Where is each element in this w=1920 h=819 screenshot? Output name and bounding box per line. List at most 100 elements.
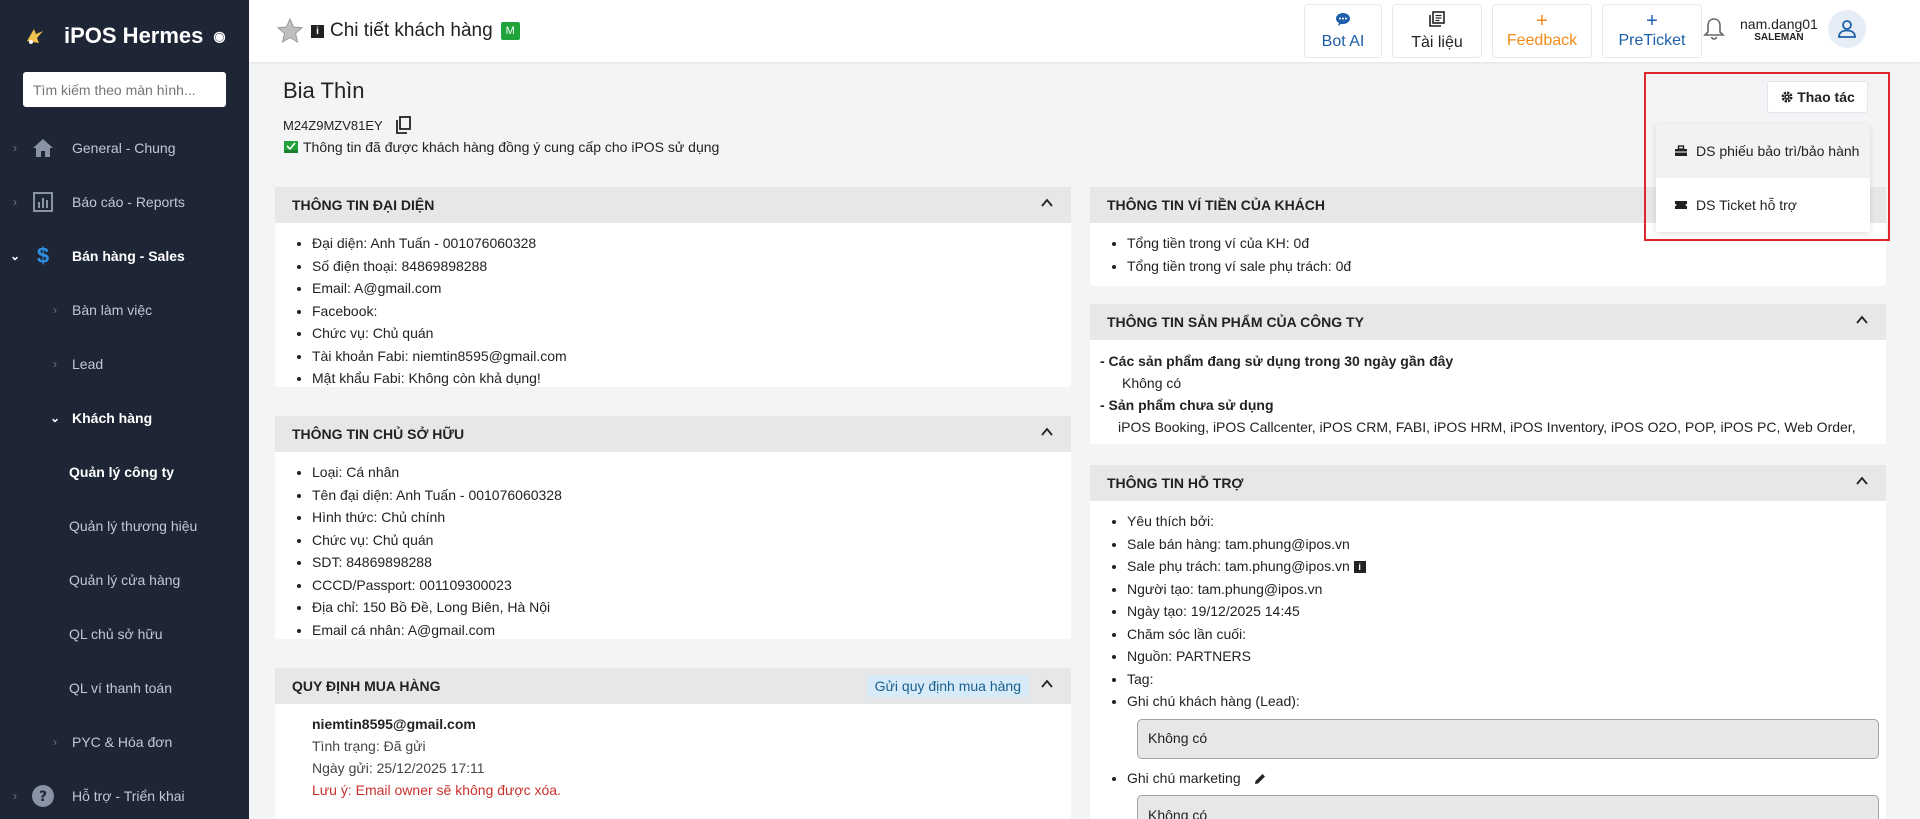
lead-note-field[interactable]: Không có	[1137, 718, 1879, 759]
info-icon[interactable]: i	[1353, 561, 1366, 574]
products-unused-value: iPOS Booking, iPOS Callcenter, iPOS CRM,…	[1118, 419, 1856, 435]
sidebar-item-label: Quản lý thương hiệu	[69, 518, 198, 534]
consent-note: Thông tin đã được khách hàng đồng ý cung…	[283, 139, 719, 155]
menu-item-label: DS phiếu bảo trì/bảo hành	[1696, 143, 1860, 159]
card-header[interactable]: THÔNG TIN SẢN PHẨM CỦA CÔNG TY	[1090, 304, 1886, 340]
user-icon	[1837, 20, 1856, 38]
sidebar-item-label: Hỗ trợ - Triển khai	[72, 788, 185, 804]
chevron-up-icon[interactable]	[1854, 312, 1870, 328]
products-used-value: Không có	[1122, 375, 1182, 391]
list-item: CCCD/Passport: 001109300023	[312, 574, 1071, 597]
card-header[interactable]: QUY ĐỊNH MUA HÀNG Gửi quy định mua hàng	[275, 668, 1071, 704]
sidebar-item-workspace[interactable]: › Bàn làm việc	[0, 283, 249, 337]
status-badge: M	[500, 22, 520, 40]
sidebar-item-general[interactable]: › General - Chung	[0, 121, 249, 175]
avatar[interactable]	[1827, 10, 1866, 48]
chevron-up-icon[interactable]	[1854, 473, 1870, 489]
rules-sent-date: Ngày gửi: 25/12/2025 17:11	[312, 760, 485, 776]
feedback-button[interactable]: + Feedback	[1492, 4, 1592, 58]
inbox-check-icon	[284, 141, 298, 153]
card-header[interactable]: THÔNG TIN CHỦ SỞ HỮU	[275, 416, 1071, 452]
list-item: Chăm sóc lần cuối:	[1127, 623, 1886, 646]
pencil-icon[interactable]	[1253, 772, 1267, 786]
chevron-up-icon[interactable]	[1039, 676, 1055, 692]
header-actions: Bot AI Tài liệu + Feedback + PreTicket	[1304, 4, 1712, 58]
sidebar-item-company-management[interactable]: Quản lý công ty	[0, 445, 249, 499]
list-item: Ghi chú khách hàng (Lead): Không có	[1127, 690, 1886, 759]
list-item: Loại: Cá nhân	[312, 461, 1071, 484]
list-item: SDT: 84869898288	[312, 551, 1071, 574]
user-name: nam.dang01	[1740, 15, 1818, 32]
sidebar-item-sales[interactable]: ⌄ $ Bán hàng - Sales	[0, 229, 249, 283]
sidebar-item-pyc-invoices[interactable]: › PYC & Hóa đơn	[0, 715, 249, 769]
card-title: THÔNG TIN CHỦ SỞ HỮU	[292, 426, 465, 442]
radio-dot-icon: ◉	[213, 27, 226, 44]
list-item: Đại diện: Anh Tuấn - 001076060328	[312, 232, 1071, 255]
chevron-up-icon[interactable]	[1039, 424, 1055, 440]
sidebar-item-label: PYC & Hóa đơn	[72, 734, 173, 750]
sidebar-item-label: Lead	[72, 356, 104, 372]
sidebar-item-wallet-management[interactable]: QL ví thanh toán	[0, 661, 249, 715]
list-item: Số điện thoại: 84869898288	[312, 255, 1071, 278]
sidebar-item-store-management[interactable]: Quản lý cửa hàng	[0, 553, 249, 607]
user-menu[interactable]: nam.dang01 SALEMAN	[1702, 10, 1866, 48]
list-item: Mật khẩu Fabi: Không còn khả dụng!	[312, 367, 1071, 390]
marketing-note-field[interactable]: Không có	[1137, 795, 1879, 819]
svg-text:?: ?	[39, 789, 47, 805]
card-header[interactable]: THÔNG TIN ĐẠI DIỆN	[275, 187, 1071, 223]
products-card: THÔNG TIN SẢN PHẨM CỦA CÔNG TY - Các sản…	[1090, 304, 1886, 444]
list-item: Tên đại diện: Anh Tuấn - 001076060328	[312, 484, 1071, 507]
menu-item-maintenance-tickets[interactable]: DS phiếu bảo trì/bảo hành	[1656, 124, 1870, 178]
list-item: Facebook:	[312, 300, 1071, 323]
chevron-right-icon: ›	[13, 141, 17, 155]
brand[interactable]: iPOS Hermes ◉	[0, 0, 249, 72]
chevron-right-icon: ›	[13, 789, 17, 803]
card-title: THÔNG TIN VÍ TIỀN CỦA KHÁCH	[1107, 197, 1326, 213]
list-item: Nguồn: PARTNERS	[1127, 645, 1886, 668]
copy-icon[interactable]	[395, 116, 411, 134]
menu-item-support-tickets[interactable]: DS Ticket hỗ trợ	[1656, 178, 1870, 232]
chevron-down-icon: ⌄	[49, 411, 61, 425]
list-item: Yêu thích bởi:	[1127, 510, 1886, 533]
send-purchase-rules-button[interactable]: Gửi quy định mua hàng	[866, 675, 1029, 697]
card-title: THÔNG TIN HỖ TRỢ	[1107, 475, 1244, 491]
sidebar-item-reports[interactable]: › Báo cáo - Reports	[0, 175, 249, 229]
consent-text: Thông tin đã được khách hàng đồng ý cung…	[303, 139, 720, 155]
sidebar-item-brand-management[interactable]: Quản lý thương hiệu	[0, 499, 249, 553]
list-item: Hình thức: Chủ chính	[312, 506, 1071, 529]
sidebar-item-label: QL chủ sở hữu	[69, 626, 163, 642]
owner-list: Loại: Cá nhân Tên đại diện: Anh Tuấn - 0…	[275, 452, 1071, 645]
products-body: - Các sản phẩm đang sử dụng trong 30 ngà…	[1090, 340, 1886, 438]
products-unused-title: - Sản phẩm chưa sử dụng	[1100, 397, 1274, 413]
sidebar-item-owner-management[interactable]: QL chủ sở hữu	[0, 607, 249, 661]
customer-code-text: M24Z9MZV81EY	[283, 117, 383, 133]
card-title: QUY ĐỊNH MUA HÀNG	[292, 678, 441, 694]
list-item: Người tạo: tam.phung@ipos.vn	[1127, 578, 1886, 601]
documents-button[interactable]: Tài liệu	[1392, 4, 1482, 58]
sidebar-search[interactable]	[23, 72, 226, 107]
help-circle-icon: ?	[30, 783, 56, 809]
list-item: Email: A@gmail.com	[312, 277, 1071, 300]
sidebar-search-input[interactable]	[33, 81, 226, 98]
sidebar-item-support[interactable]: › ? Hỗ trợ - Triển khai	[0, 769, 249, 819]
actions-button[interactable]: Thao tác	[1767, 81, 1868, 113]
list-item: Tag:	[1127, 668, 1886, 691]
list-item: Địa chỉ: 150 Bồ Đề, Long Biên, Hà Nội	[312, 596, 1071, 619]
sidebar-item-label: Quản lý công ty	[69, 464, 175, 480]
chat-icon	[1335, 12, 1351, 30]
card-header[interactable]: THÔNG TIN HỖ TRỢ	[1090, 465, 1886, 501]
favorite-star-icon[interactable]	[277, 18, 303, 44]
sidebar-item-lead[interactable]: › Lead	[0, 337, 249, 391]
top-header: i Chi tiết khách hàng M Bot AI Tài liệu …	[249, 0, 1920, 62]
preticket-label: PreTicket	[1618, 31, 1686, 49]
bot-ai-button[interactable]: Bot AI	[1304, 4, 1382, 58]
list-item: Chức vụ: Chủ quán	[312, 322, 1071, 345]
rules-status: Tình trạng: Đã gửi	[312, 738, 426, 754]
sidebar-item-customers[interactable]: ⌄ Khách hàng	[0, 391, 249, 445]
chevron-up-icon[interactable]	[1039, 195, 1055, 211]
bell-icon[interactable]	[1702, 17, 1726, 41]
list-item: Ngày tạo: 19/12/2025 14:45	[1127, 600, 1886, 623]
preticket-button[interactable]: + PreTicket	[1602, 4, 1702, 58]
info-icon[interactable]: i	[311, 24, 324, 38]
sidebar-nav: › General - Chung › Báo cáo - Reports ⌄ …	[0, 121, 249, 819]
